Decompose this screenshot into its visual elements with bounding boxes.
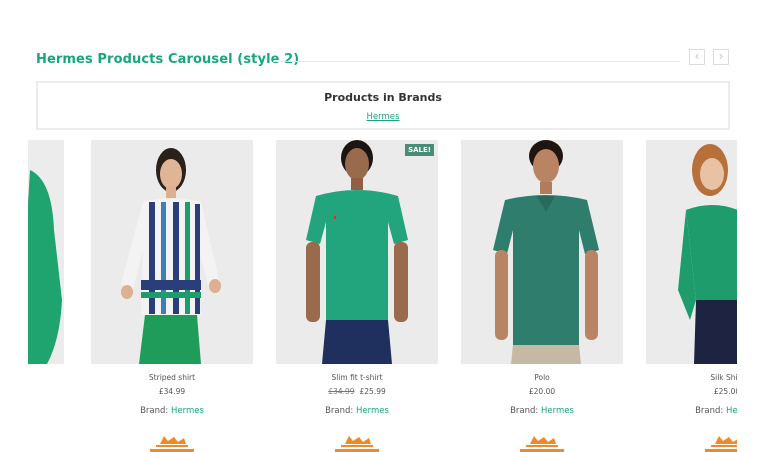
product-name[interactable]: Striped shirt [91, 373, 253, 382]
product-card[interactable] [28, 140, 64, 452]
product-brand: Brand: Hermes [276, 406, 438, 416]
brand-link[interactable]: Hermes [171, 406, 204, 416]
old-price: £34.99 [328, 387, 355, 396]
brand-label: Brand: [325, 406, 356, 416]
carousel-track: Striped shirt £34.99 Brand: Hermes SALE!… [28, 140, 737, 452]
current-price: £25.00 [713, 387, 737, 396]
hermes-logo [705, 436, 737, 452]
product-price: £34.99 [91, 387, 253, 396]
carousel-heading: Hermes Products Carousel (style 2) ‹ › [36, 49, 730, 73]
product-image[interactable] [91, 140, 253, 364]
product-carousel[interactable]: Striped shirt £34.99 Brand: Hermes SALE!… [28, 140, 737, 452]
product-card[interactable]: Polo £20.00 Brand: Hermes [461, 140, 623, 452]
product-image[interactable] [461, 140, 623, 364]
product-image[interactable]: SALE! [276, 140, 438, 364]
carousel-next-button[interactable]: › [713, 49, 729, 65]
heading-divider [273, 61, 680, 62]
current-price: £34.99 [158, 387, 186, 396]
product-price: £20.00 [461, 387, 623, 396]
brands-box: Products in Brands Hermes [36, 81, 730, 130]
product-card[interactable]: SALE! Slim fit t-shirt £34.99 £25.99 Bran… [276, 140, 438, 452]
brand-label: Brand: [140, 406, 171, 416]
current-price: £20.00 [528, 387, 556, 396]
chevron-left-icon: ‹ [694, 49, 700, 63]
product-name[interactable]: Polo [461, 373, 623, 382]
product-brand: Brand: Hermes [461, 406, 623, 416]
carousel-title: Hermes Products Carousel (style 2) [36, 52, 300, 67]
product-name[interactable]: Silk Shirt [646, 373, 737, 382]
brand-link[interactable]: Hermes [541, 406, 574, 416]
brand-label: Brand: [695, 406, 726, 416]
hermes-logo [335, 436, 379, 452]
product-image[interactable] [28, 140, 64, 364]
product-brand: Brand: Hermes [646, 406, 737, 416]
brand-label: Brand: [510, 406, 541, 416]
product-card[interactable]: Striped shirt £34.99 Brand: Hermes [91, 140, 253, 452]
product-price: £25.00 [646, 387, 737, 396]
product-image[interactable] [646, 140, 737, 364]
brand-link[interactable]: Hermes [356, 406, 389, 416]
product-brand: Brand: Hermes [91, 406, 253, 416]
chevron-right-icon: › [718, 49, 724, 63]
carousel-prev-button[interactable]: ‹ [689, 49, 705, 65]
product-price: £34.99 £25.99 [276, 387, 438, 396]
brand-link-hermes[interactable]: Hermes [367, 112, 400, 122]
sale-badge: SALE! [405, 144, 434, 156]
hermes-logo [520, 436, 564, 452]
product-name[interactable]: Slim fit t-shirt [276, 373, 438, 382]
current-price: £25.99 [359, 387, 386, 396]
brand-link[interactable]: Hermes [726, 406, 737, 416]
brands-box-title: Products in Brands [324, 91, 442, 104]
product-card[interactable]: Silk Shirt £25.00 Brand: Hermes [646, 140, 737, 452]
hermes-logo [150, 436, 194, 452]
